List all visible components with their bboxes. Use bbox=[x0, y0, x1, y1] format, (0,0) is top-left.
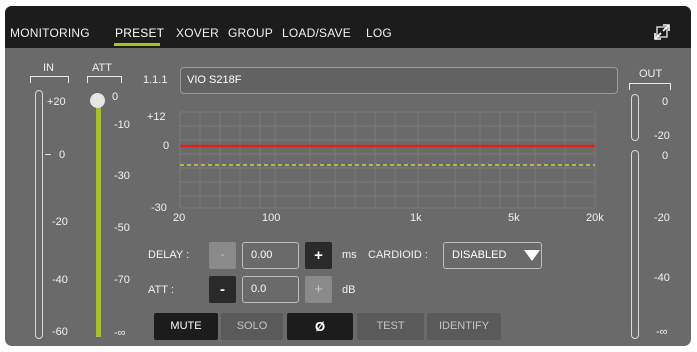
out-scale-label: 0 bbox=[662, 150, 669, 162]
att-scale-label: -50 bbox=[114, 222, 130, 234]
in-scale-label: 0 bbox=[59, 149, 66, 161]
out-meter-label: OUT bbox=[639, 68, 663, 80]
identify-button[interactable]: IDENTIFY bbox=[427, 313, 501, 340]
in-scale-label: -60 bbox=[52, 326, 68, 338]
channel-id: 1.1.1 bbox=[143, 74, 168, 86]
in-scale-label: -40 bbox=[52, 274, 68, 286]
preset-panel: MONITORING PRESET XOVER GROUP LOAD/SAVE … bbox=[5, 6, 691, 346]
att-label: ATT : bbox=[148, 284, 174, 296]
graph-x-tick: 20k bbox=[586, 212, 604, 224]
in-meter-bracket bbox=[30, 76, 69, 83]
att-value-field[interactable]: 0.0 bbox=[242, 276, 299, 303]
in-zero-tick bbox=[45, 154, 51, 155]
att-slider-track[interactable] bbox=[96, 104, 101, 337]
att-scale-label: -∞ bbox=[114, 327, 126, 339]
att-scale-label: -30 bbox=[114, 170, 130, 182]
tab-group[interactable]: GROUP bbox=[228, 26, 273, 40]
channel-name-field[interactable]: VIO S218F bbox=[180, 67, 618, 94]
tab-preset[interactable]: PRESET bbox=[115, 26, 164, 40]
graph-y-tick: 0 bbox=[163, 140, 170, 152]
delay-decrement-button[interactable]: - bbox=[209, 242, 236, 269]
phase-invert-button[interactable]: Ø bbox=[287, 313, 353, 340]
graph-y-tick: -30 bbox=[151, 202, 167, 214]
att-slider-handle[interactable] bbox=[90, 93, 105, 108]
cardioid-label: CARDIOID : bbox=[368, 249, 428, 261]
delay-label: DELAY : bbox=[148, 249, 190, 261]
att-scale-label: 0 bbox=[112, 91, 119, 103]
graph-x-tick: 20 bbox=[173, 212, 186, 224]
top-nav-bar: MONITORING PRESET XOVER GROUP LOAD/SAVE … bbox=[5, 6, 691, 48]
out-scale-label: 0 bbox=[662, 96, 669, 108]
tab-load-save[interactable]: LOAD/SAVE bbox=[282, 26, 351, 40]
solo-button[interactable]: SOLO bbox=[221, 313, 283, 340]
delay-value-field[interactable]: 0.00 bbox=[242, 242, 299, 269]
graph-x-tick: 1k bbox=[410, 212, 422, 224]
out-scale-label: -20 bbox=[654, 130, 670, 142]
tab-xover[interactable]: XOVER bbox=[176, 26, 219, 40]
graph-x-tick: 100 bbox=[262, 212, 281, 224]
graph-x-tick: 5k bbox=[508, 212, 520, 224]
att-decrement-button[interactable]: - bbox=[209, 276, 236, 303]
att-slider-bracket bbox=[87, 76, 122, 83]
in-scale-label: +20 bbox=[47, 96, 66, 108]
in-level-meter bbox=[35, 90, 43, 339]
dropdown-arrow-icon[interactable] bbox=[524, 250, 540, 261]
in-scale-label: -20 bbox=[52, 216, 68, 228]
out-meter-bracket bbox=[629, 83, 671, 90]
expand-icon[interactable] bbox=[653, 23, 671, 41]
att-slider-label: ATT bbox=[92, 62, 112, 74]
out-scale-label: -40 bbox=[654, 272, 670, 284]
out-level-meter-upper bbox=[631, 94, 639, 141]
mute-button[interactable]: MUTE bbox=[154, 313, 218, 340]
test-button[interactable]: TEST bbox=[357, 313, 424, 340]
tab-monitoring[interactable]: MONITORING bbox=[10, 26, 90, 40]
out-level-meter-lower bbox=[631, 150, 639, 339]
frequency-response-graph bbox=[179, 111, 596, 209]
active-tab-indicator bbox=[114, 43, 160, 46]
out-scale-label: -20 bbox=[654, 212, 670, 224]
tab-log[interactable]: LOG bbox=[366, 26, 392, 40]
delay-increment-button[interactable]: + bbox=[305, 242, 332, 269]
att-scale-label: -10 bbox=[114, 119, 130, 131]
out-scale-label: -∞ bbox=[656, 326, 668, 338]
graph-y-tick: +12 bbox=[147, 111, 166, 123]
delay-unit: ms bbox=[342, 249, 357, 261]
att-scale-label: -70 bbox=[114, 274, 130, 286]
in-meter-label: IN bbox=[43, 62, 54, 74]
att-unit: dB bbox=[342, 284, 356, 296]
att-increment-button[interactable]: + bbox=[305, 276, 332, 303]
graph-grid bbox=[179, 111, 596, 209]
